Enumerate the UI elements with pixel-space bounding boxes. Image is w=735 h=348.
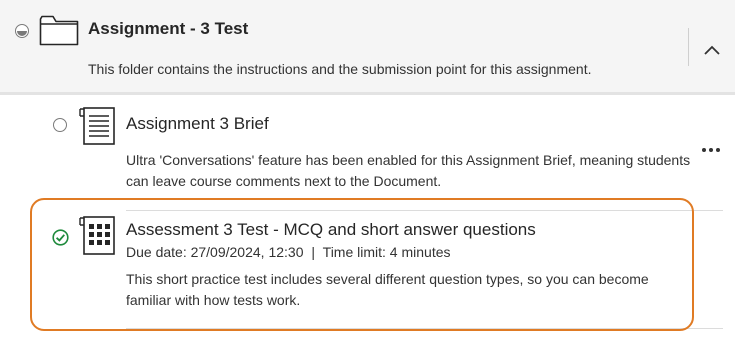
folder-title[interactable]: Assignment - 3 Test (88, 19, 248, 39)
header-divider (688, 28, 689, 66)
item-status-icon (53, 118, 67, 132)
collapse-folder-button[interactable] (697, 36, 727, 64)
document-icon (79, 107, 115, 145)
folder-header: Assignment - 3 Test This folder contains… (0, 0, 735, 95)
item-description: Ultra 'Conversations' feature has been e… (126, 152, 691, 189)
folder-status-icon (15, 24, 29, 38)
more-options-icon[interactable] (700, 144, 722, 156)
folder-icon (39, 15, 79, 46)
item-title[interactable]: Assignment 3 Brief (126, 114, 269, 134)
folder-description: This folder contains the instructions an… (88, 61, 592, 77)
chevron-up-icon (704, 45, 720, 55)
highlight-annotation (30, 198, 694, 331)
